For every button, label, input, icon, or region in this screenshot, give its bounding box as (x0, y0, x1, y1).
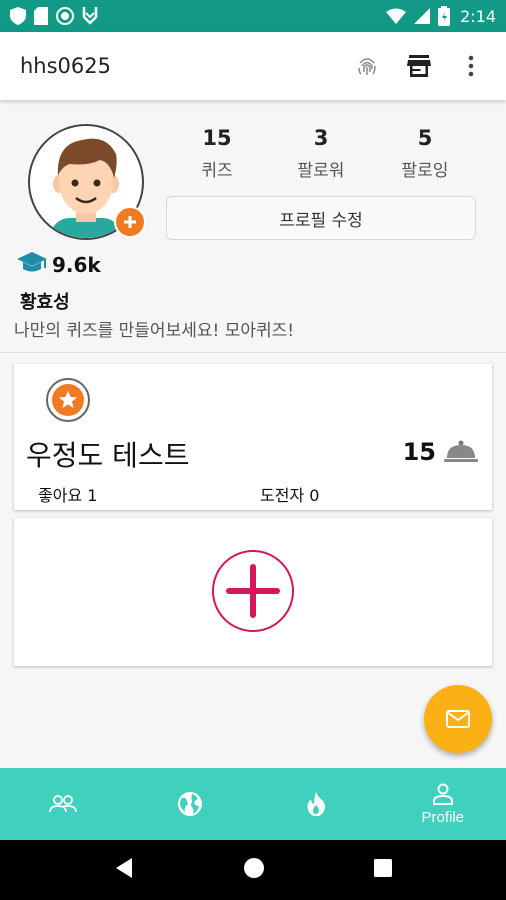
status-left-icons (10, 7, 98, 25)
quiz-title: 우정도 테스트 (26, 439, 190, 472)
shield-icon (10, 7, 26, 25)
quiz-card[interactable]: 우정도 테스트 15 좋아요 1 도전자 0 (14, 364, 492, 510)
back-icon[interactable] (114, 857, 134, 883)
app-actions (352, 51, 486, 81)
add-quiz-card[interactable] (14, 518, 492, 666)
stat-following-value: 5 (417, 126, 433, 150)
cloche-icon (444, 440, 478, 468)
download-icon (82, 7, 98, 25)
system-nav-bar (0, 840, 506, 900)
user-name: 황효성 (20, 292, 70, 313)
status-bar: 2:14 (0, 0, 506, 32)
plus-icon (226, 564, 280, 618)
quiz-count: 15 (402, 438, 436, 466)
stat-quizzes-label: 퀴즈 (201, 161, 233, 181)
status-time: 2:14 (460, 6, 496, 26)
home-icon[interactable] (243, 857, 265, 883)
edit-profile-button[interactable]: 프로필 수정 (166, 196, 476, 240)
quiz-likes: 좋아요 1 (38, 486, 98, 505)
stat-followers[interactable]: 3 팔로워 (269, 126, 373, 181)
app-bar: hhs0625 (0, 32, 506, 100)
nav-item-globe[interactable] (127, 768, 254, 840)
nav-item-fire[interactable] (253, 768, 380, 840)
star-badge-icon (46, 378, 90, 422)
profile-section: 15 퀴즈 3 팔로워 5 팔로잉 프로필 수정 9.6k 황효성 나만의 퀴즈… (0, 100, 506, 354)
fingerprint-icon[interactable] (352, 51, 382, 81)
stats: 15 퀴즈 3 팔로워 5 팔로잉 (165, 126, 477, 181)
divider (0, 352, 506, 353)
bottom-nav: Profile (0, 768, 506, 840)
mail-icon (446, 710, 470, 728)
message-fab-button[interactable] (424, 685, 492, 753)
store-icon[interactable] (404, 51, 434, 81)
add-photo-button[interactable] (114, 206, 146, 238)
nav-item-profile-label: Profile (421, 808, 465, 826)
wifi-icon (386, 8, 407, 24)
plus-icon (124, 216, 136, 228)
quiz-challengers: 도전자 0 (260, 486, 320, 505)
recents-icon[interactable] (373, 859, 392, 881)
stat-quizzes[interactable]: 15 퀴즈 (165, 126, 269, 181)
user-bio: 나만의 퀴즈를 만들어보세요! 모아퀴즈! (14, 321, 295, 341)
signal-icon (414, 8, 431, 24)
people-icon (49, 795, 78, 813)
sim-card-icon (34, 7, 48, 25)
person-icon (432, 783, 453, 805)
fire-icon (307, 792, 326, 817)
battery-icon (438, 6, 451, 26)
stat-following-label: 팔로잉 (401, 161, 449, 181)
globe-icon (177, 792, 202, 816)
stat-quizzes-value: 15 (202, 126, 232, 150)
score: 9.6k (16, 250, 101, 280)
status-right-icons: 2:14 (386, 6, 496, 26)
score-value: 9.6k (52, 253, 101, 277)
stat-followers-value: 3 (313, 126, 329, 150)
record-icon (56, 7, 74, 25)
more-vert-icon[interactable] (456, 51, 486, 81)
graduation-cap-icon (16, 250, 48, 280)
nav-item-profile[interactable]: Profile (380, 768, 506, 840)
add-quiz-button[interactable] (212, 550, 294, 632)
nav-item-people[interactable] (0, 768, 127, 840)
app-title: hhs0625 (20, 54, 112, 78)
stat-followers-label: 팔로워 (297, 161, 345, 181)
stat-following[interactable]: 5 팔로잉 (373, 126, 477, 181)
